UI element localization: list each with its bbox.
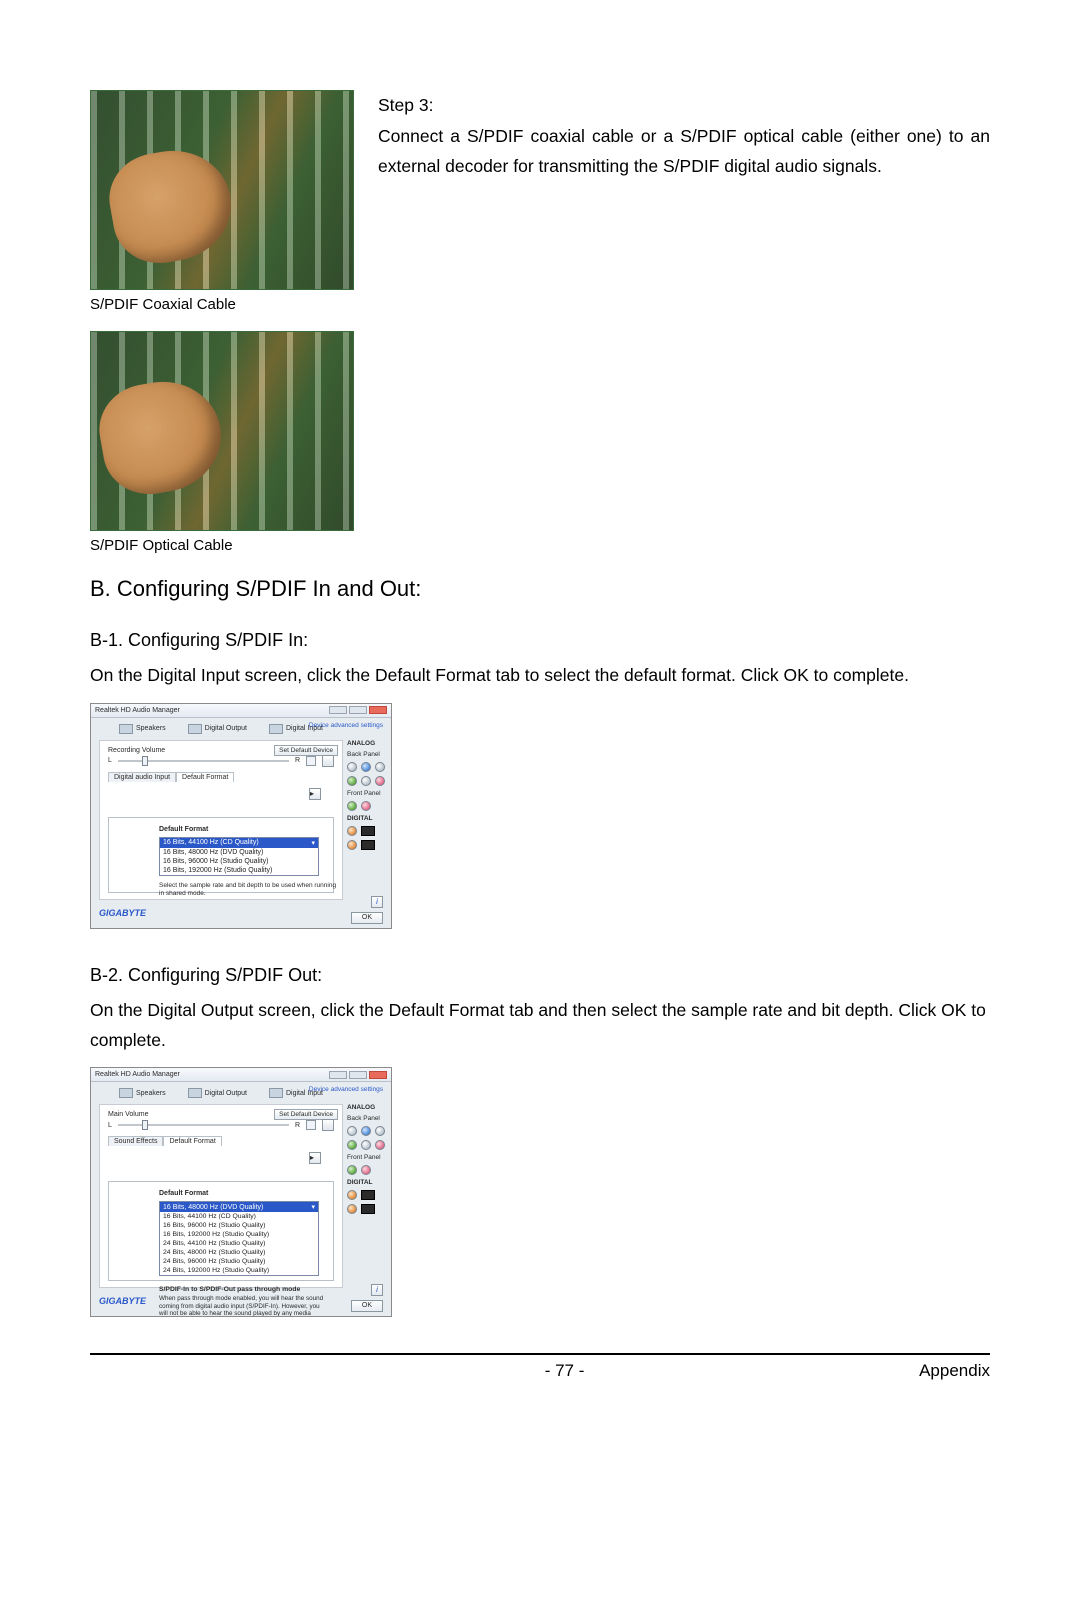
default-format-label: Default Format — [159, 826, 323, 833]
jack-icon[interactable] — [347, 826, 357, 836]
screenshot-digital-output: Realtek HD Audio Manager Speakers Digita… — [90, 1067, 392, 1317]
subtab-default-format[interactable]: Default Format — [176, 772, 234, 782]
tab-speakers[interactable]: Speakers — [113, 1086, 172, 1100]
format-option[interactable]: 16 Bits, 48000 Hz (DVD Quality) — [160, 848, 318, 857]
screenshot-digital-input: Realtek HD Audio Manager Speakers Digita… — [90, 703, 392, 929]
gigabyte-logo: GIGABYTE — [99, 908, 146, 918]
analog-label: ANALOG — [347, 1104, 387, 1111]
subtab-default-format[interactable]: Default Format — [163, 1136, 221, 1146]
jack-icon[interactable] — [361, 776, 371, 786]
photo-spdif-coaxial — [90, 90, 354, 290]
test-play-button[interactable]: ▸ — [309, 1152, 321, 1164]
jack-icon[interactable] — [347, 801, 357, 811]
format-option[interactable]: 24 Bits, 192000 Hz (Studio Quality) — [160, 1266, 318, 1275]
b1-body: On the Digital Input screen, click the D… — [90, 661, 990, 691]
section-name: Appendix — [919, 1361, 990, 1381]
subtab-digital-audio-input[interactable]: Digital audio Input — [108, 772, 176, 782]
jack-icon[interactable] — [347, 762, 357, 772]
info-button[interactable]: i — [371, 896, 383, 908]
back-panel-label: Back Panel — [347, 1115, 387, 1122]
window-controls[interactable] — [329, 1071, 387, 1079]
section-b-title: B. Configuring S/PDIF In and Out: — [90, 576, 990, 602]
front-panel-label: Front Panel — [347, 790, 387, 797]
jack-icon[interactable] — [361, 1165, 371, 1175]
format-option[interactable]: 16 Bits, 96000 Hz (Studio Quality) — [160, 1221, 318, 1230]
default-format-label: Default Format — [159, 1190, 323, 1197]
optical-port-icon[interactable] — [361, 1190, 375, 1200]
window-title: Realtek HD Audio Manager — [95, 707, 180, 714]
back-panel-label: Back Panel — [347, 751, 387, 758]
default-format-dropdown[interactable]: 16 Bits, 44100 Hz (CD Quality)▾ 16 Bits,… — [159, 837, 319, 876]
format-option[interactable]: 24 Bits, 96000 Hz (Studio Quality) — [160, 1257, 318, 1266]
page-number: - 77 - — [545, 1361, 585, 1381]
balance-button[interactable] — [322, 755, 334, 767]
subtab-sound-effects[interactable]: Sound Effects — [108, 1136, 163, 1146]
jack-icon[interactable] — [347, 840, 357, 850]
ok-button[interactable]: OK — [351, 1300, 383, 1312]
test-play-button[interactable]: ▸ — [309, 788, 321, 800]
gigabyte-logo: GIGABYTE — [99, 1296, 146, 1306]
jack-icon[interactable] — [361, 1126, 371, 1136]
digital-label: DIGITAL — [347, 1179, 387, 1186]
passthrough-heading: S/PDIF-In to S/PDIF-Out pass through mod… — [159, 1286, 323, 1293]
b2-body: On the Digital Output screen, click the … — [90, 996, 990, 1056]
format-option[interactable]: 16 Bits, 192000 Hz (Studio Quality) — [160, 1230, 318, 1239]
tab-speakers[interactable]: Speakers — [113, 722, 172, 736]
format-option[interactable]: 24 Bits, 48000 Hz (Studio Quality) — [160, 1248, 318, 1257]
caption-optical: S/PDIF Optical Cable — [90, 537, 990, 554]
balance-button[interactable] — [322, 1119, 334, 1131]
tab-digital-output[interactable]: Digital Output — [182, 1086, 253, 1100]
format-option[interactable]: 16 Bits, 192000 Hz (Studio Quality) — [160, 866, 318, 875]
volume-slider[interactable] — [118, 760, 289, 762]
format-option[interactable]: 24 Bits, 44100 Hz (Studio Quality) — [160, 1239, 318, 1248]
front-panel-label: Front Panel — [347, 1154, 387, 1161]
optical-port-icon[interactable] — [361, 826, 375, 836]
optical-port-icon[interactable] — [361, 840, 375, 850]
format-note: Select the sample rate and bit depth to … — [159, 882, 339, 898]
ok-button[interactable]: OK — [351, 912, 383, 924]
jack-icon[interactable] — [347, 1165, 357, 1175]
digital-label: DIGITAL — [347, 815, 387, 822]
jack-icon[interactable] — [347, 1190, 357, 1200]
default-format-dropdown[interactable]: 16 Bits, 48000 Hz (DVD Quality)▾ 16 Bits… — [159, 1201, 319, 1276]
jack-icon[interactable] — [361, 801, 371, 811]
jack-icon[interactable] — [375, 1126, 385, 1136]
jack-icon[interactable] — [347, 776, 357, 786]
optical-port-icon[interactable] — [361, 1204, 375, 1214]
jack-icon[interactable] — [361, 762, 371, 772]
analog-label: ANALOG — [347, 740, 387, 747]
step3-heading: Step 3: — [378, 90, 990, 121]
jack-icon[interactable] — [347, 1126, 357, 1136]
b1-title: B-1. Configuring S/PDIF In: — [90, 630, 990, 651]
mute-button[interactable] — [306, 1120, 316, 1130]
jack-icon[interactable] — [375, 762, 385, 772]
jack-icon[interactable] — [347, 1204, 357, 1214]
format-option[interactable]: 16 Bits, 44100 Hz (CD Quality) — [160, 1212, 318, 1221]
mute-button[interactable] — [306, 756, 316, 766]
tab-digital-output[interactable]: Digital Output — [182, 722, 253, 736]
info-button[interactable]: i — [371, 1284, 383, 1296]
device-advanced-settings-link[interactable]: Device advanced settings — [309, 722, 383, 730]
window-title: Realtek HD Audio Manager — [95, 1071, 180, 1078]
volume-slider[interactable] — [118, 1124, 289, 1126]
device-advanced-settings-link[interactable]: Device advanced settings — [309, 1086, 383, 1094]
caption-coax: S/PDIF Coaxial Cable — [90, 296, 354, 313]
jack-icon[interactable] — [375, 776, 385, 786]
format-option[interactable]: 16 Bits, 96000 Hz (Studio Quality) — [160, 857, 318, 866]
photo-spdif-optical — [90, 331, 354, 531]
b2-title: B-2. Configuring S/PDIF Out: — [90, 965, 990, 986]
jack-icon[interactable] — [361, 1140, 371, 1150]
jack-icon[interactable] — [375, 1140, 385, 1150]
passthrough-note: When pass through mode enabled, you will… — [159, 1295, 329, 1317]
step3-body: Connect a S/PDIF coaxial cable or a S/PD… — [378, 121, 990, 182]
window-controls[interactable] — [329, 706, 387, 714]
jack-icon[interactable] — [347, 1140, 357, 1150]
